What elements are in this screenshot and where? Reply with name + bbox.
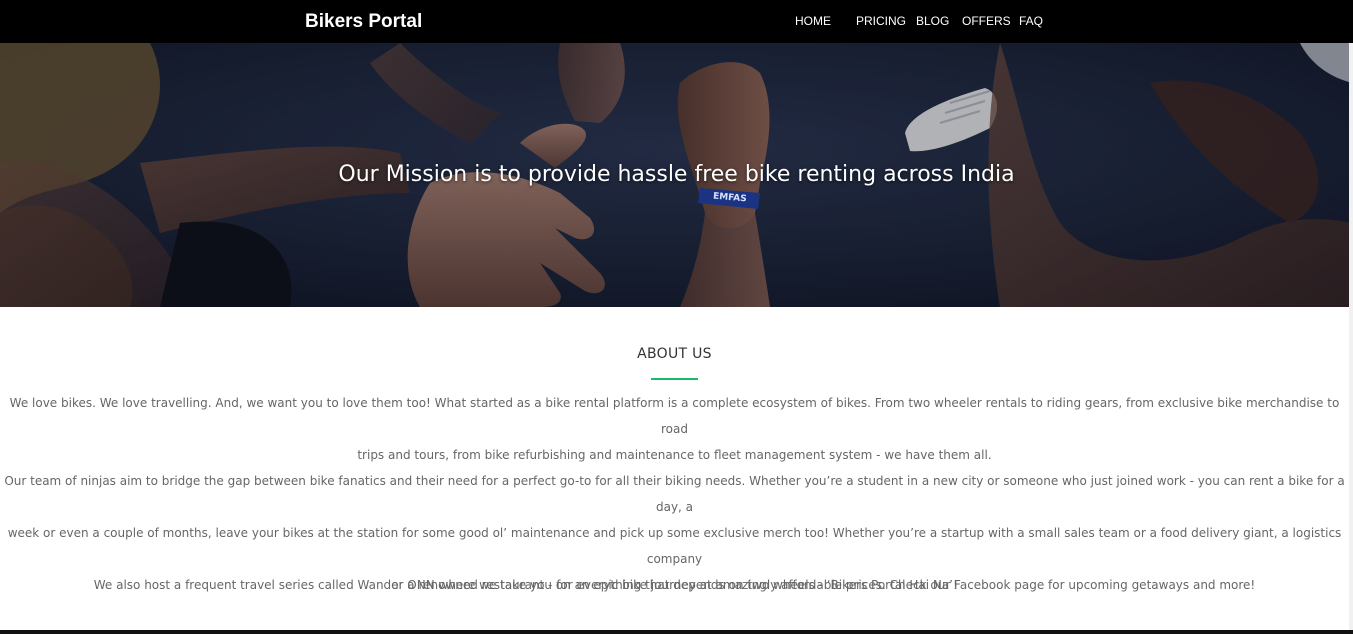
nav-home[interactable]: HOME bbox=[795, 13, 831, 29]
paragraph-line: We love bikes. We love travelling. And, … bbox=[9, 396, 1340, 436]
nav-offers[interactable]: OFFERS bbox=[962, 13, 1011, 29]
footer-edge bbox=[0, 630, 1353, 634]
about-title-underline bbox=[651, 378, 698, 380]
hero-banner: Our Mission is to provide hassle free bi… bbox=[0, 43, 1353, 307]
paragraph-line: We also host a frequent travel series ca… bbox=[93, 578, 1256, 592]
nav-faq[interactable]: FAQ bbox=[1019, 13, 1043, 29]
brand-logo-link[interactable]: Bikers Portal bbox=[305, 10, 422, 34]
nav-pricing[interactable]: PRICING bbox=[856, 13, 906, 29]
hero-headline: Our Mission is to provide hassle free bi… bbox=[338, 162, 1015, 187]
page-scrollbar[interactable] bbox=[1349, 43, 1353, 634]
about-title: ABOUT US bbox=[637, 346, 712, 362]
top-navbar: Bikers Portal HOME PRICING BLOG OFFERS F… bbox=[0, 0, 1353, 43]
paragraph-line: Our team of ninjas aim to bridge the gap… bbox=[4, 474, 1345, 514]
paragraph-line: week or even a couple of months, leave y… bbox=[7, 526, 1342, 566]
nav-blog[interactable]: BLOG bbox=[916, 13, 949, 29]
about-section: ABOUT US We love bikes. We love travelli… bbox=[0, 307, 1353, 634]
about-paragraph-1: We love bikes. We love travelling. And, … bbox=[0, 390, 1349, 468]
paragraph-line: trips and tours, from bike refurbishing … bbox=[357, 448, 992, 462]
about-paragraph-3: We also host a frequent travel series ca… bbox=[0, 572, 1349, 598]
